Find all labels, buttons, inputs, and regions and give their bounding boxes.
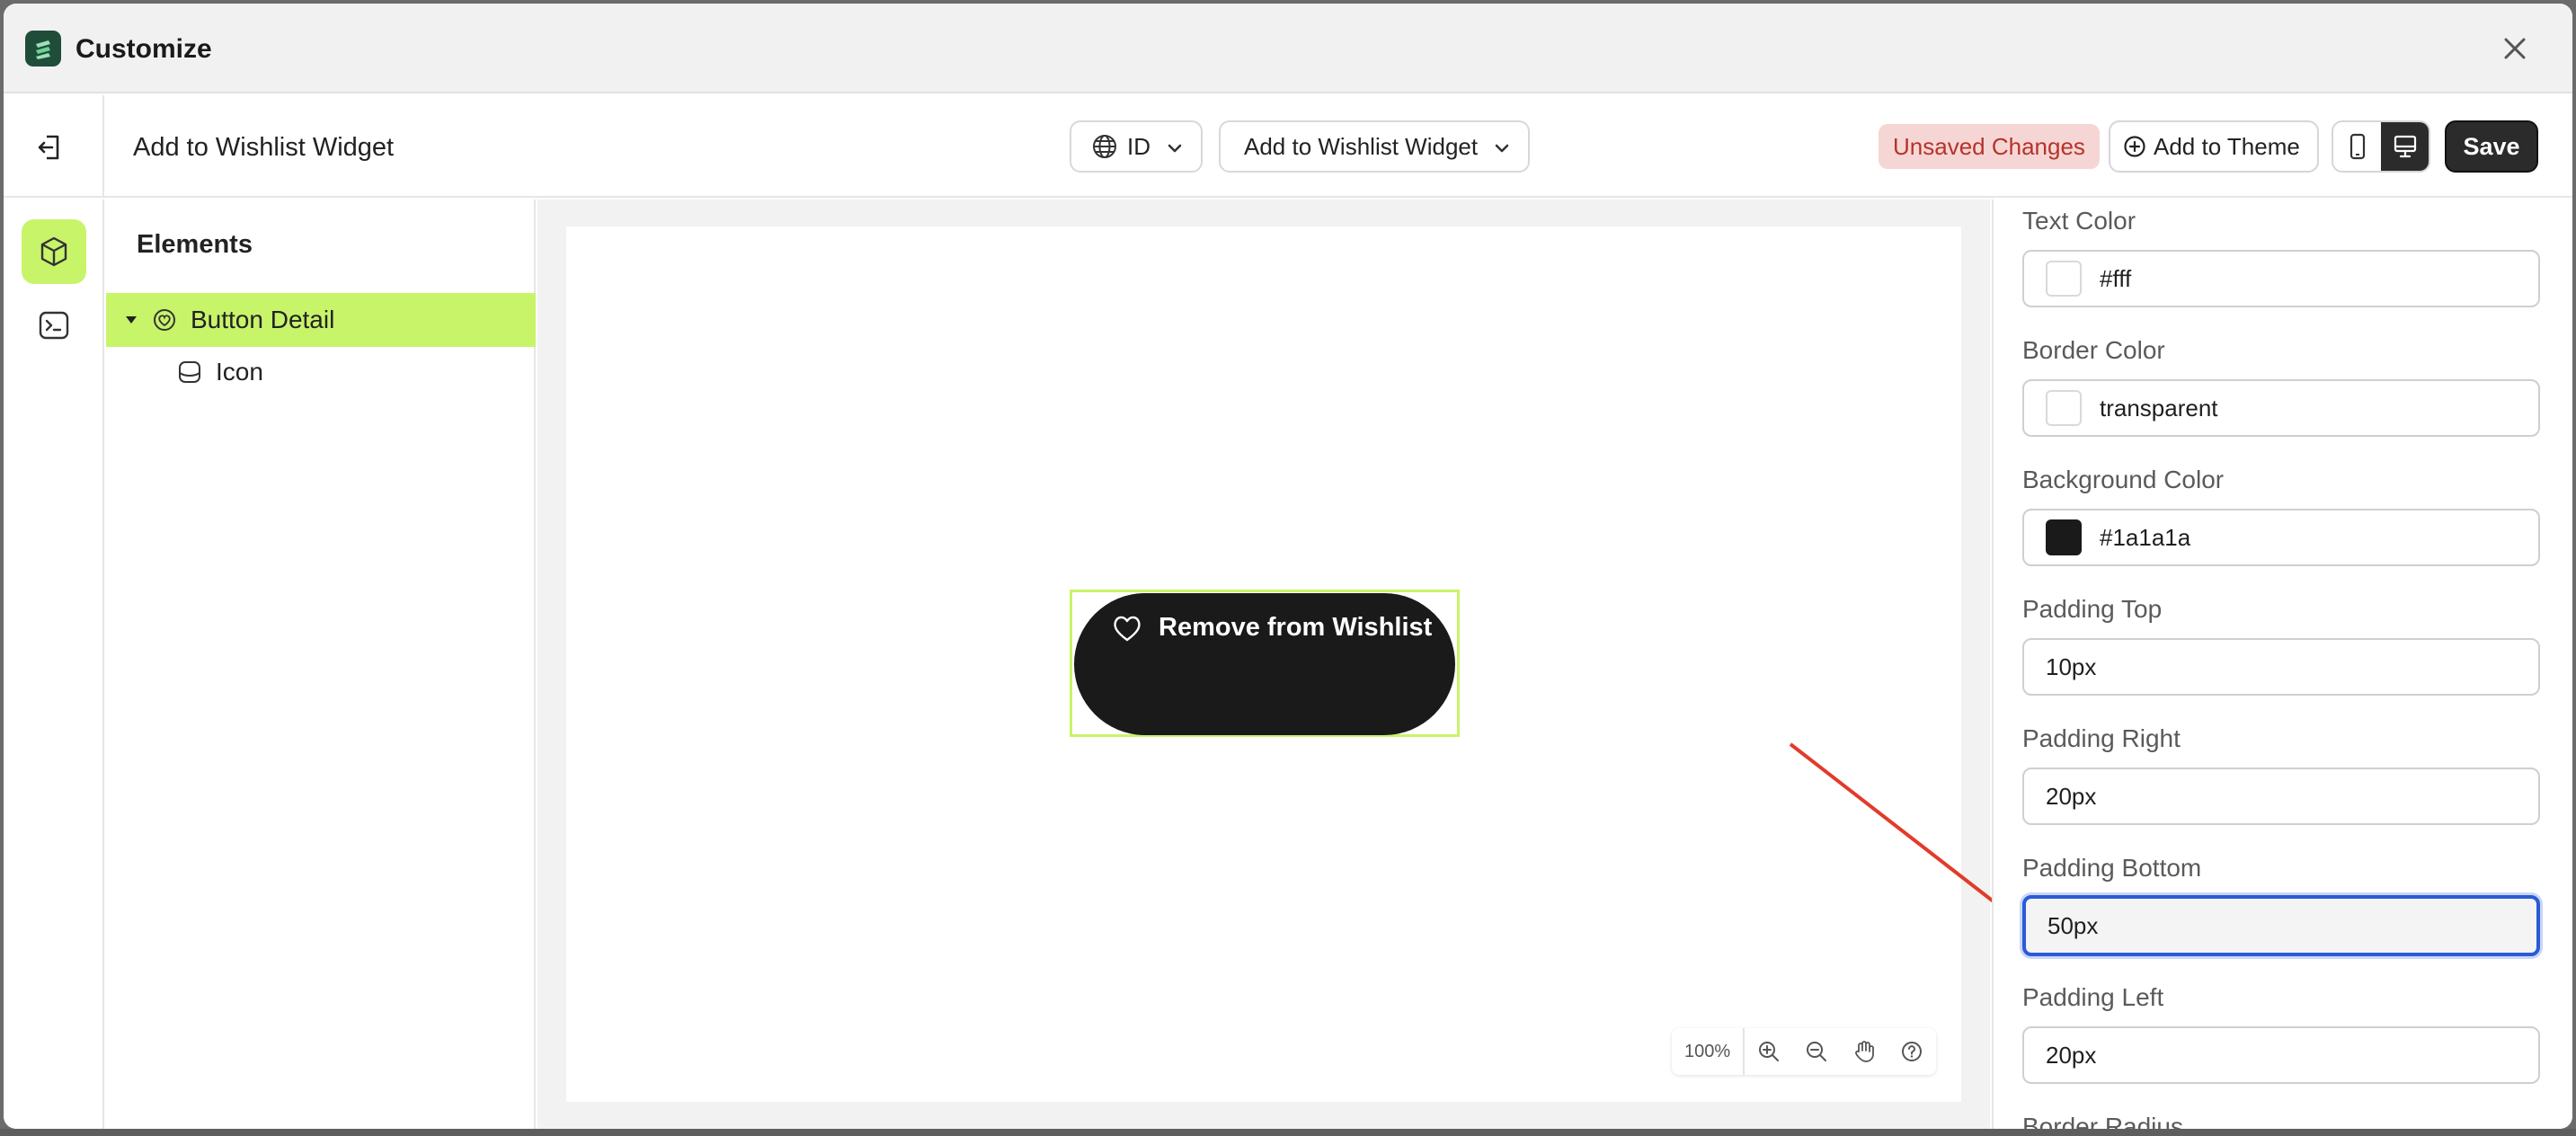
page-title: Add to Wishlist Widget (133, 133, 395, 162)
desktop-view-button[interactable] (2381, 122, 2429, 171)
heart-circle-icon (154, 309, 175, 331)
padding-left-value: 20px (2046, 1041, 2097, 1069)
zoom-in-icon[interactable] (1745, 1028, 1792, 1075)
padding-left-label: Padding Left (2022, 983, 2164, 1011)
zoom-out-icon[interactable] (1792, 1028, 1840, 1075)
background-color-swatch[interactable] (2046, 519, 2082, 555)
elements-title: Elements (137, 230, 253, 259)
background-color-value: #1a1a1a (2100, 523, 2191, 551)
padding-right-input[interactable]: 20px (2022, 768, 2540, 825)
padding-top-label: Padding Top (2022, 595, 2163, 623)
background-color-label: Background Color (2022, 466, 2225, 493)
language-value: ID (1127, 132, 1150, 160)
mobile-icon (2349, 133, 2365, 160)
zoom-controls: 100% (1672, 1028, 1936, 1075)
heart-icon (1114, 616, 1141, 642)
padding-bottom-label: Padding Bottom (2022, 854, 2202, 882)
code-tab-button[interactable] (22, 293, 86, 358)
close-icon[interactable] (2497, 31, 2533, 67)
cube-icon (40, 236, 67, 267)
text-color-field[interactable]: #fff (2022, 250, 2540, 307)
border-radius-label: Border Radius (2022, 1113, 2183, 1129)
widget-select-value: Add to Wishlist Widget (1244, 132, 1479, 160)
border-color-label: Border Color (2022, 336, 2165, 364)
widget-select[interactable]: Add to Wishlist Widget (1219, 120, 1530, 173)
box-icon (179, 361, 200, 383)
padding-top-input[interactable]: 10px (2022, 638, 2540, 696)
language-select[interactable]: ID (1070, 120, 1203, 173)
caret-down-icon[interactable] (126, 316, 137, 324)
bottom-strip (0, 1129, 2576, 1136)
remove-from-wishlist-button[interactable]: Remove from Wishlist (1074, 593, 1455, 735)
desktop-icon (2394, 135, 2416, 158)
help-icon[interactable] (1888, 1028, 1936, 1075)
globe-icon (1093, 135, 1116, 158)
text-color-value: #fff (2100, 264, 2132, 292)
text-color-swatch[interactable] (2046, 261, 2082, 297)
hand-pan-icon[interactable] (1841, 1028, 1888, 1075)
toolbar-divider (102, 95, 104, 198)
button-label: Remove from Wishlist (1159, 613, 1433, 642)
padding-left-input[interactable]: 20px (2022, 1026, 2540, 1084)
customize-window: Customize Add to Wishlist Widget ID Add … (4, 4, 2572, 1129)
tree-item-label: Button Detail (191, 306, 335, 333)
device-toggle (2332, 120, 2430, 173)
top-toolbar: Add to Wishlist Widget ID Add to Wishlis… (4, 95, 2572, 198)
tree-item-icon[interactable]: Icon (106, 345, 536, 399)
elements-panel: Elements Button Detail Icon (106, 200, 536, 1129)
properties-panel: Text Color #fff Border Color transparent… (1992, 200, 2572, 1129)
background-color-field[interactable]: #1a1a1a (2022, 509, 2540, 566)
padding-bottom-input[interactable]: 50px (2022, 895, 2540, 956)
zoom-level: 100% (1672, 1028, 1745, 1075)
exit-icon[interactable] (31, 128, 70, 167)
terminal-icon (39, 311, 69, 340)
border-color-value: transparent (2100, 394, 2218, 422)
padding-top-value: 10px (2046, 652, 2097, 680)
text-color-label: Text Color (2022, 207, 2136, 235)
padding-right-label: Padding Right (2022, 724, 2181, 752)
tree-item-button-detail[interactable]: Button Detail (106, 293, 536, 347)
border-color-field[interactable]: transparent (2022, 379, 2540, 437)
title-bar: Customize (4, 4, 2572, 93)
window-title: Customize (76, 34, 212, 64)
padding-bottom-value: 50px (2047, 911, 2099, 939)
plus-circle-icon (2124, 136, 2145, 157)
save-button[interactable]: Save (2445, 120, 2538, 173)
tree-item-label: Icon (216, 358, 263, 386)
add-to-theme-label: Add to Theme (2154, 132, 2300, 160)
add-to-theme-button[interactable]: Add to Theme (2109, 120, 2319, 173)
chevron-down-icon (1495, 144, 1509, 153)
unsaved-changes-badge: Unsaved Changes (1879, 124, 2100, 169)
left-rail (4, 200, 104, 1129)
app-logo-icon (25, 31, 61, 67)
mobile-view-button[interactable] (2333, 122, 2381, 171)
padding-right-value: 20px (2046, 782, 2097, 810)
elements-tab-button[interactable] (22, 219, 86, 284)
chevron-down-icon (1168, 144, 1182, 153)
border-color-swatch[interactable] (2046, 390, 2082, 426)
